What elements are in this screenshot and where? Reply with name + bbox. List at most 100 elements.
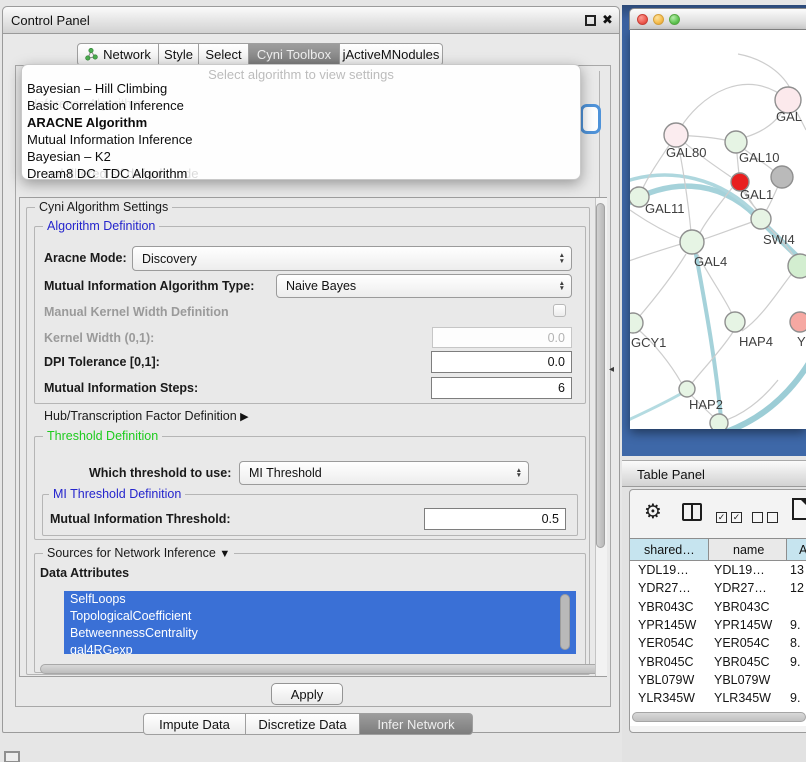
collapse-arrow-icon[interactable]: ▼ [219,548,230,560]
column-header-shared-name[interactable]: shared… [630,539,709,560]
cell[interactable]: YDL19… [630,561,709,579]
checkbox-checked-icon[interactable]: ✓ [731,512,742,523]
checkbox-unchecked-icon[interactable] [767,512,778,523]
tab-style[interactable]: Style [159,43,199,66]
list-item[interactable]: gal4RGexp [64,642,576,654]
zoom-traffic-light[interactable] [669,14,680,25]
checkbox-unchecked-icon[interactable] [752,512,763,523]
table-row[interactable]: YDR27… YDR27… 12 [630,579,806,597]
settings-scrollbar-thumb[interactable] [596,203,605,548]
tab-network[interactable]: Network [77,43,159,66]
node-gray[interactable] [771,166,793,188]
minimize-traffic-light[interactable] [653,14,664,25]
tab-cyni-toolbox[interactable]: Cyni Toolbox [249,43,340,66]
cell[interactable]: 9. [787,689,806,707]
node-hap2[interactable] [679,381,695,397]
expand-arrow-icon[interactable]: ▶ [240,411,248,423]
horizontal-scrollbar[interactable] [40,664,606,674]
float-icon[interactable] [585,15,596,26]
cell[interactable]: YPR145W [709,616,787,634]
cell[interactable]: YDR27… [709,579,787,597]
node-bottom-green[interactable] [710,414,728,429]
network-window-titlebar[interactable] [629,8,806,30]
data-attributes-list[interactable]: SelfLoops TopologicalCoefficient Between… [64,591,576,654]
node-gal80[interactable] [664,123,688,147]
mi-threshold-field[interactable]: 0.5 [424,508,566,530]
cell[interactable]: YBL079W [709,671,787,689]
menu-item-bayesian-hill-climbing[interactable]: Bayesian – Hill Climbing [27,81,167,96]
menu-item-bayesian-k2[interactable]: Bayesian – K2 [27,149,111,164]
list-item[interactable]: TopologicalCoefficient [64,608,576,625]
gear-icon[interactable]: ⚙ [644,499,662,524]
manual-kernel-checkbox[interactable] [553,304,566,317]
mi-steps-value: 6 [558,381,565,395]
tab-select[interactable]: Select [199,43,249,66]
cell[interactable]: 8. [787,634,806,652]
mi-threshold-value: 0.5 [542,512,559,526]
cell[interactable]: YBR045C [709,653,787,671]
table-row[interactable]: YBR043C YBR043C [630,598,806,616]
dpi-tolerance-field[interactable]: 0.0 [431,351,572,373]
list-item[interactable]: SelfLoops [64,591,576,608]
table-row[interactable]: YDL19… YDL19… 13 [630,561,806,579]
network-combo-fragment[interactable] [580,104,601,134]
cell[interactable]: YLR345W [709,689,787,707]
close-traffic-light[interactable] [637,14,648,25]
node-gcy1[interactable] [630,313,643,333]
aracne-mode-combo[interactable]: Discovery ▲▼ [132,246,572,271]
cell[interactable]: YBR045C [630,653,709,671]
apply-button[interactable]: Apply [271,683,343,705]
menu-item-basic-correlation[interactable]: Basic Correlation Inference [27,98,184,113]
column-header-third[interactable]: A [787,539,806,560]
cell[interactable]: YDL19… [709,561,787,579]
table-row[interactable]: YLR345W YLR345W 9. [630,689,806,707]
list-item[interactable]: BetweennessCentrality [64,625,576,642]
node-hap4[interactable] [725,312,745,332]
table-row[interactable]: YBR045C YBR045C 9. [630,653,806,671]
network-canvas[interactable]: GAL GAL80 GAL10 GAL1 GAL11 SWI4 GAL4 GCY… [630,30,806,429]
table-horizontal-scrollbar[interactable] [632,712,806,722]
cell[interactable]: 12 [787,579,806,597]
list-scrollbar[interactable] [560,594,570,650]
cell[interactable]: YPR145W [630,616,709,634]
kernel-width-field[interactable]: 0.0 [432,327,572,348]
which-threshold-combo[interactable]: MI Threshold ▲▼ [239,461,529,485]
mi-steps-field[interactable]: 6 [431,377,572,399]
close-icon[interactable]: ✖ [602,12,613,28]
node-label: GAL [776,109,802,124]
tab-impute-data[interactable]: Impute Data [143,713,246,735]
menu-item-aracne[interactable]: ARACNE Algorithm [27,115,147,130]
document-icon[interactable] [792,498,806,520]
cell[interactable]: YBR043C [709,598,787,616]
table-row[interactable]: YER054C YER054C 8. [630,634,806,652]
node-gal1[interactable] [751,209,771,229]
menu-item-mutual-information[interactable]: Mutual Information Inference [27,132,192,147]
hub-section-label[interactable]: Hub/Transcription Factor Definition ▶ [44,409,249,423]
cell[interactable]: YBR043C [630,598,709,616]
split-view-icon[interactable] [682,503,702,521]
cell[interactable]: YDR27… [630,579,709,597]
cell[interactable] [787,671,806,689]
cell[interactable]: 9. [787,616,806,634]
tab-discretize-data[interactable]: Discretize Data [246,713,360,735]
checkbox-checked-icon[interactable]: ✓ [716,512,727,523]
cell[interactable]: YBL079W [630,671,709,689]
cell[interactable]: 9. [787,653,806,671]
tab-infer-network[interactable]: Infer Network [360,713,473,735]
menu-item-dream8[interactable]: Dream8 DC_TDC Algorithm [27,166,187,180]
cell[interactable]: YLR345W [630,689,709,707]
table-row[interactable]: YBL079W YBL079W [630,671,806,689]
panel-divider-collapse-icon[interactable]: ◂ [609,364,614,375]
mi-algorithm-type-combo[interactable]: Naive Bayes ▲▼ [276,274,572,298]
cell[interactable]: YER054C [630,634,709,652]
column-header-name[interactable]: name [709,539,787,560]
node-salmon[interactable] [790,312,806,332]
node-gal4[interactable] [680,230,704,254]
table-row[interactable]: YPR145W YPR145W 9. [630,616,806,634]
float-panel-icon[interactable] [4,751,20,762]
cell[interactable]: YER054C [709,634,787,652]
cell[interactable] [787,598,806,616]
tab-jactivemnodules[interactable]: jActiveMNodules [340,43,443,66]
cell[interactable]: 13 [787,561,806,579]
node-swi4[interactable] [788,254,806,278]
